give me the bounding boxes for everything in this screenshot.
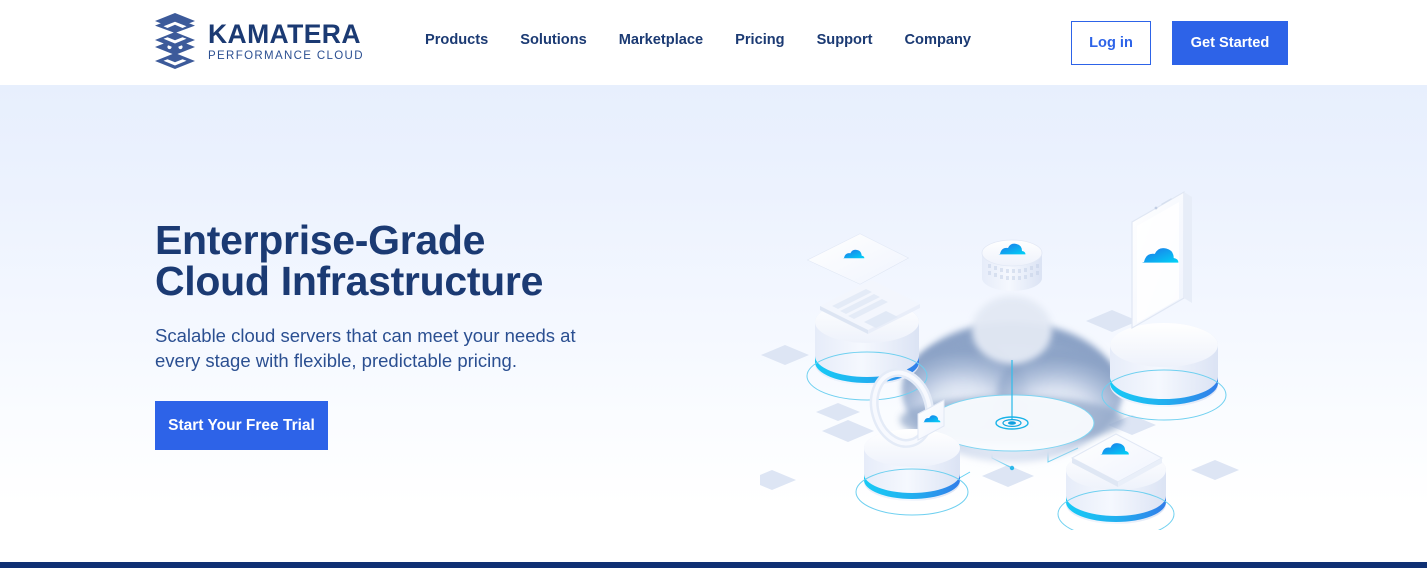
hero-illustration xyxy=(760,180,1250,530)
nav-item-marketplace[interactable]: Marketplace xyxy=(619,32,703,48)
brand-wordmark: KAMATERA PERFORMANCE CLOUD xyxy=(208,18,364,64)
header-actions: Log in Get Started xyxy=(1071,21,1288,65)
main-navigation: Products Solutions Marketplace Pricing S… xyxy=(425,32,971,48)
hero-copy: Enterprise-Grade Cloud Infrastructure Sc… xyxy=(155,220,675,450)
kamatera-logo-icon xyxy=(155,13,195,69)
page-root: KAMATERA PERFORMANCE CLOUD Products Solu… xyxy=(0,0,1427,568)
start-free-trial-button[interactable]: Start Your Free Trial xyxy=(155,401,328,450)
get-started-button[interactable]: Get Started xyxy=(1172,21,1288,65)
brand-name: KAMATERA xyxy=(208,19,361,49)
phone-device-group xyxy=(1101,190,1227,421)
nav-item-company[interactable]: Company xyxy=(905,32,972,48)
nav-item-support[interactable]: Support xyxy=(817,32,873,48)
nav-item-products[interactable]: Products xyxy=(425,32,488,48)
nav-item-solutions[interactable]: Solutions xyxy=(520,32,586,48)
nav-item-pricing[interactable]: Pricing xyxy=(735,32,784,48)
footer-divider-bar xyxy=(0,562,1427,568)
central-server-pod xyxy=(981,239,1043,291)
hero-subtitle: Scalable cloud servers that can meet you… xyxy=(155,325,576,371)
hero-section: Enterprise-Grade Cloud Infrastructure Sc… xyxy=(0,85,1427,562)
site-header: KAMATERA PERFORMANCE CLOUD Products Solu… xyxy=(0,0,1427,85)
log-in-button[interactable]: Log in xyxy=(1071,21,1151,65)
brand-tagline: PERFORMANCE CLOUD xyxy=(208,50,364,62)
brand-logo-link[interactable]: KAMATERA PERFORMANCE CLOUD xyxy=(155,13,364,69)
hero-title: Enterprise-Grade Cloud Infrastructure xyxy=(155,217,544,304)
